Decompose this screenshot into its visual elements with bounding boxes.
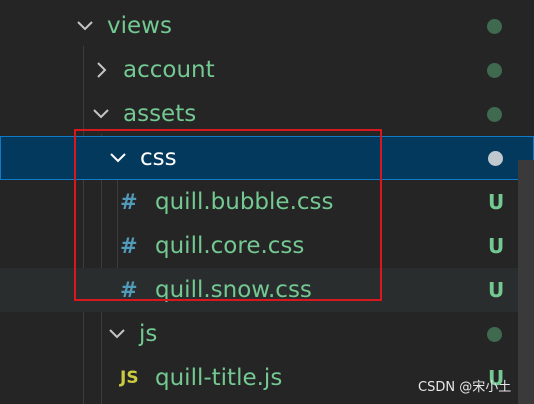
status-dot <box>487 106 502 122</box>
chevron-down-icon[interactable] <box>106 323 128 345</box>
git-status-badge: U <box>488 278 505 302</box>
tree-item-js[interactable]: js <box>0 312 534 356</box>
js-file-icon: JS <box>120 368 139 388</box>
git-status-badge: U <box>488 190 505 214</box>
tree-item-views[interactable]: views <box>0 4 534 48</box>
chevron-down-icon[interactable] <box>90 103 112 125</box>
chevron-right-icon[interactable] <box>90 59 112 81</box>
tree-item-account[interactable]: account <box>0 48 534 92</box>
watermark: CSDN @宋小土 <box>418 380 512 395</box>
tree-item-label: views <box>107 13 172 39</box>
git-status-badge: U <box>488 234 505 258</box>
file-explorer-tree: views account assets css # quill.bubble.… <box>0 0 534 404</box>
annotation-highlight-box <box>74 129 382 301</box>
status-dot <box>487 18 502 34</box>
tree-item-label: quill-title.js <box>155 365 283 391</box>
tree-item-label: account <box>123 57 215 83</box>
chevron-down-icon[interactable] <box>74 15 96 37</box>
scrollbar-thumb[interactable] <box>518 160 534 404</box>
status-dot <box>488 150 503 166</box>
tree-item-label: js <box>139 321 158 347</box>
tree-item-label: assets <box>123 101 197 127</box>
status-dot <box>487 326 502 342</box>
status-dot <box>487 62 502 78</box>
